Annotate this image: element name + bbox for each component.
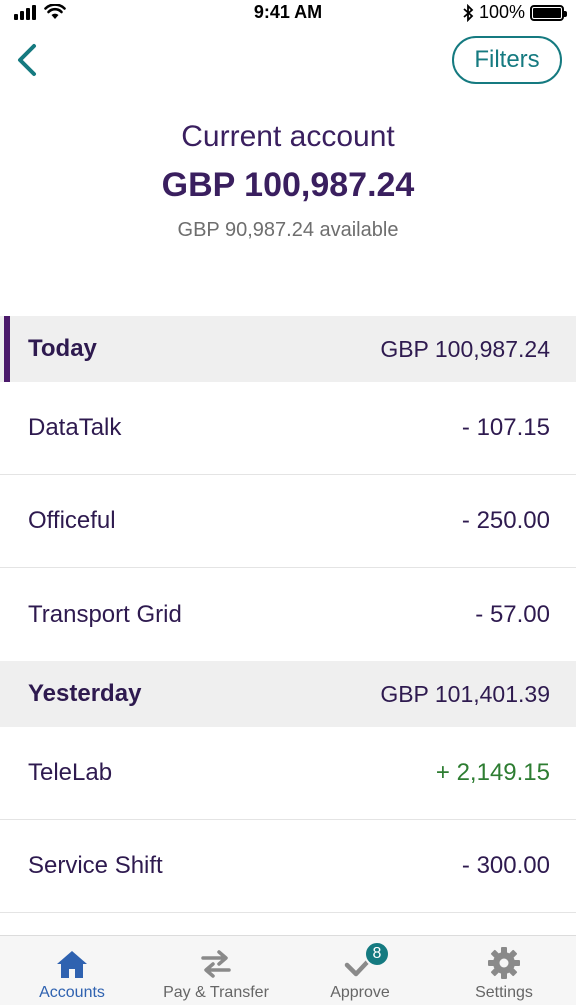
section-title: Today [28, 335, 97, 362]
bluetooth-icon [463, 3, 474, 22]
approve-count-badge: 8 [364, 941, 390, 967]
tab-bar: Accounts Pay & Transfer 8 Approve Settin… [0, 935, 576, 1005]
status-right: 100% [462, 2, 567, 23]
section-title: Yesterday [28, 680, 142, 707]
transaction-amount: + 2,149.15 [435, 759, 550, 786]
battery-icon [530, 4, 567, 21]
transaction-amount: - 57.00 [475, 600, 550, 628]
tab-label: Approve [330, 984, 390, 1001]
available-balance: GBP 90,987.24 available [177, 219, 399, 241]
section-header-yesterday: Yesterday GBP 101,401.39 [0, 661, 576, 727]
account-name: Current account [181, 120, 395, 153]
section-total: GBP 100,987.24 [380, 335, 550, 362]
filters-button[interactable]: Filters [452, 36, 562, 84]
transaction-row[interactable]: Transport Grid - 57.00 [0, 568, 576, 661]
transaction-payee: Service Shift [28, 852, 163, 879]
transaction-row[interactable]: DataTalk - 107.15 [0, 382, 576, 475]
home-icon [57, 951, 87, 978]
tab-label: Pay & Transfer [163, 984, 269, 1001]
back-button[interactable] [14, 40, 44, 80]
tab-pay-transfer[interactable]: Pay & Transfer [144, 936, 288, 1005]
account-header: Current account GBP 100,987.24 GBP 90,98… [0, 120, 576, 242]
tab-label: Settings [475, 984, 533, 1001]
transaction-row[interactable]: Officeful - 250.00 [0, 475, 576, 568]
tab-label: Accounts [39, 984, 105, 1001]
transaction-list: Today GBP 100,987.24 DataTalk - 107.15 O… [0, 316, 576, 913]
transfer-icon [201, 950, 231, 978]
transaction-row[interactable]: TeleLab + 2,149.15 [0, 727, 576, 820]
chevron-left-icon [18, 44, 36, 76]
transaction-amount: - 300.00 [461, 852, 550, 879]
tab-settings[interactable]: Settings [432, 936, 576, 1005]
tab-approve[interactable]: 8 Approve [288, 936, 432, 1005]
section-header-today: Today GBP 100,987.24 [0, 316, 576, 382]
transaction-row[interactable]: Service Shift - 300.00 [0, 820, 576, 913]
transaction-amount: - 250.00 [461, 507, 550, 534]
section-total: GBP 101,401.39 [380, 680, 550, 707]
account-balance: GBP 100,987.24 [161, 166, 415, 204]
gear-icon [488, 947, 520, 979]
transaction-payee: TeleLab [28, 759, 113, 786]
transaction-payee: DataTalk [28, 414, 122, 441]
transaction-payee: Transport Grid [28, 600, 182, 628]
battery-percent: 100% [478, 2, 525, 22]
tab-accounts[interactable]: Accounts [0, 936, 144, 1005]
nav-bar: Filters [0, 30, 576, 90]
transaction-payee: Officeful [28, 507, 116, 534]
transaction-amount: - 107.15 [461, 414, 550, 441]
status-bar: 9:41 AM 100% [0, 0, 576, 26]
